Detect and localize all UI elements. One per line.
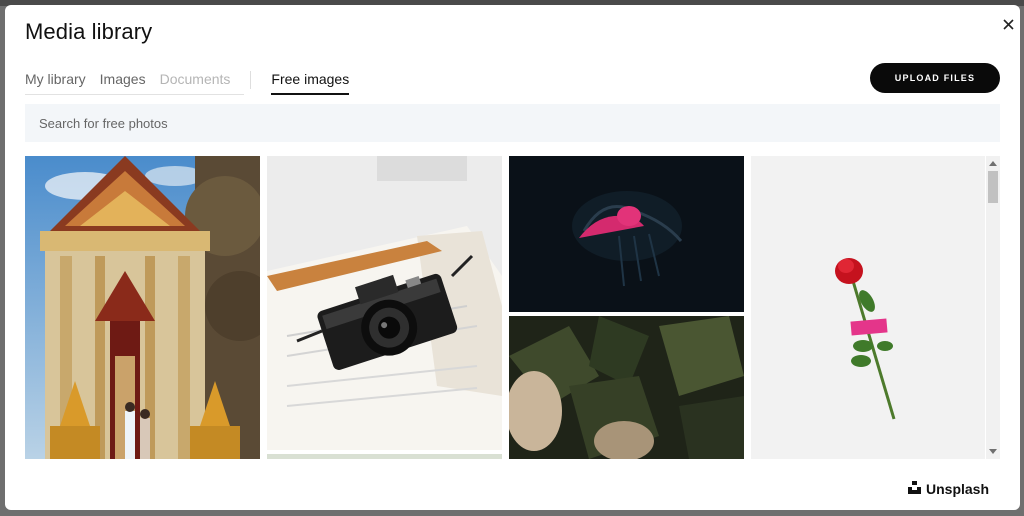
close-icon[interactable] [998,14,1018,34]
scroll-thumb[interactable] [988,171,998,203]
tab-bar: My library Images Documents Free images [25,71,363,97]
modal-title: Media library [25,19,153,44]
unsplash-credit[interactable]: Unsplash [908,481,989,497]
tab-documents[interactable]: Documents [160,71,231,95]
photo-grid [25,156,985,459]
scroll-up-icon[interactable] [989,161,997,166]
search-input[interactable] [25,104,1000,142]
grid-scrollbar[interactable] [986,156,1000,459]
photo-camera[interactable] [267,156,502,450]
photo-plants[interactable] [509,316,744,459]
tab-free-images[interactable]: Free images [271,71,350,95]
photo-jellyfish[interactable] [509,156,744,312]
unsplash-logo-icon [908,481,921,497]
photo-partial[interactable] [267,454,502,459]
unsplash-label: Unsplash [926,481,990,497]
media-library-modal: Media library My library Images Document… [5,5,1020,510]
scroll-down-icon[interactable] [989,449,997,454]
library-tab-group: My library Images Documents [25,71,245,95]
tab-my-library[interactable]: My library [25,71,86,95]
tab-separator [250,71,252,89]
photo-temple[interactable] [25,156,260,459]
photo-rose[interactable] [751,156,985,459]
upload-files-button[interactable]: UPLOAD FILES [870,63,1000,93]
tab-images[interactable]: Images [100,71,146,95]
